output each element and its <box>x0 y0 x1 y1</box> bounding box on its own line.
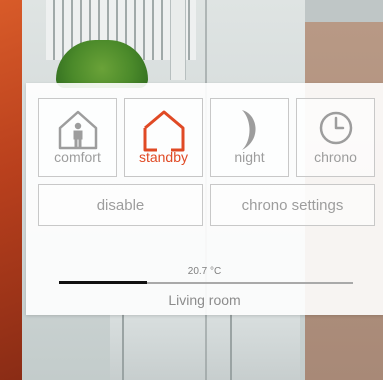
background-left-wall <box>0 0 22 380</box>
temperature-slider[interactable] <box>59 281 353 284</box>
house-person-icon <box>39 105 116 155</box>
house-outline-icon <box>125 105 202 155</box>
comfort-label: comfort <box>54 149 101 165</box>
disable-button[interactable]: disable <box>38 184 203 226</box>
comfort-mode-button[interactable]: comfort <box>38 98 117 177</box>
background-pole <box>170 0 186 80</box>
standby-mode-button[interactable]: standby <box>124 98 203 177</box>
thermostat-panel: comfort standby night chrono disable chr… <box>26 83 383 315</box>
night-mode-button[interactable]: night <box>210 98 289 177</box>
background-right-top <box>305 0 383 22</box>
crescent-moon-icon <box>211 105 288 155</box>
temperature-slider-fill <box>59 281 148 284</box>
standby-label: standby <box>138 149 189 165</box>
chrono-settings-button[interactable]: chrono settings <box>210 184 375 226</box>
room-name: Living room <box>168 292 241 308</box>
clock-icon <box>297 105 374 155</box>
chrono-label: chrono <box>314 149 357 165</box>
night-label: night <box>234 149 265 165</box>
temperature-readout: 20.7 °C <box>187 266 222 277</box>
chrono-mode-button[interactable]: chrono <box>296 98 375 177</box>
